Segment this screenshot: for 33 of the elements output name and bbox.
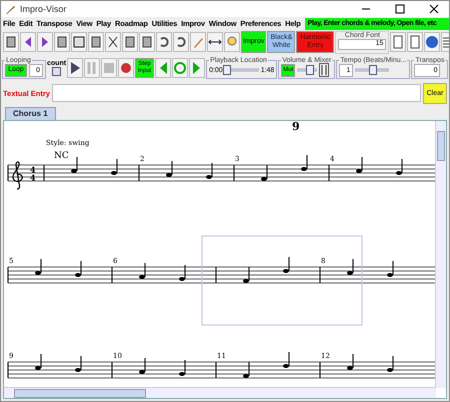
maximize-icon[interactable]: [395, 4, 405, 14]
window-title: Impro-Visor: [20, 4, 66, 14]
count-checkbox[interactable]: [52, 67, 62, 76]
left-triangle-icon: [158, 61, 168, 75]
close-icon[interactable]: [429, 4, 439, 14]
mixer-icon[interactable]: [319, 63, 330, 77]
horizontal-scrollbar[interactable]: [4, 387, 436, 398]
record-button[interactable]: [118, 58, 134, 78]
pencil-icon: [191, 35, 205, 49]
double-arrow-button[interactable]: [207, 32, 223, 52]
save-icon: [72, 35, 86, 49]
play-button[interactable]: [67, 58, 84, 78]
textual-entry-field[interactable]: [52, 84, 421, 102]
pen-icon: [5, 4, 16, 14]
play-icon: [69, 61, 82, 75]
forward-button[interactable]: [189, 58, 206, 78]
right-triangle-icon: [192, 61, 202, 75]
save-button[interactable]: [71, 32, 87, 52]
back-button[interactable]: [155, 58, 172, 78]
redo-button[interactable]: [156, 32, 172, 52]
pause-icon: [86, 61, 98, 75]
record-icon: [120, 61, 132, 75]
scissors-icon: [106, 35, 120, 49]
scissors-button[interactable]: [105, 32, 121, 52]
volume-slider[interactable]: [297, 65, 318, 75]
right-arrow-button[interactable]: [37, 32, 53, 52]
page-mark: 9: [292, 121, 300, 133]
vertical-scrollbar[interactable]: [435, 121, 446, 388]
undo-button[interactable]: [173, 32, 189, 52]
left-arrow-button[interactable]: [20, 32, 36, 52]
chord-symbol: NC: [54, 151, 69, 161]
stop-icon: [103, 61, 116, 75]
chorus-tab[interactable]: Chorus 1: [5, 107, 56, 120]
